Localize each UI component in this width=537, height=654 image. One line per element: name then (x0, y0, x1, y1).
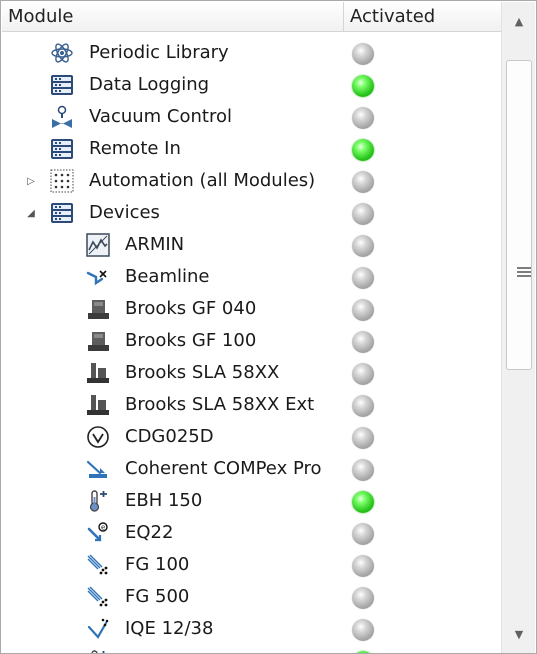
triangle-up-icon: ▲ (514, 14, 524, 28)
module-row[interactable]: CDG025D (2, 421, 502, 453)
module-row[interactable]: IPLU 150/CHU 100 (2, 645, 502, 653)
status-led-inactive (352, 267, 374, 289)
module-row[interactable]: Brooks GF 040 (2, 293, 502, 325)
flow-meter-icon (85, 392, 111, 418)
module-row[interactable]: Coherent COMPex Pro (2, 453, 502, 485)
status-led-inactive (352, 459, 374, 481)
status-led-inactive (352, 619, 374, 641)
status-led-inactive (352, 331, 374, 353)
module-row[interactable]: Remote In (2, 133, 502, 165)
status-led-active (352, 139, 374, 161)
module-label: EQ22 (125, 522, 174, 543)
electron-source-icon: e (85, 520, 111, 546)
module-row[interactable]: Vacuum Control (2, 101, 502, 133)
module-label: Brooks GF 100 (125, 330, 257, 351)
module-label: Periodic Library (89, 42, 229, 63)
vertical-scrollbar[interactable]: ▲ ▼ (501, 2, 535, 653)
signal-scope-icon (85, 232, 111, 258)
module-label: Vacuum Control (89, 106, 232, 127)
status-led-active (352, 491, 374, 513)
status-led-active (352, 75, 374, 97)
module-label: CDG025D (125, 426, 214, 447)
module-label: FG 100 (125, 554, 190, 575)
laser-icon (85, 456, 111, 482)
ion-source-icon (85, 616, 111, 642)
status-led-inactive (352, 427, 374, 449)
beamline-icon (85, 264, 111, 290)
server-rack-icon (49, 200, 75, 226)
module-row[interactable]: Beamline (2, 261, 502, 293)
module-label: Automation (all Modules) (89, 170, 316, 191)
pressure-gauge-icon (85, 424, 111, 450)
module-row[interactable]: e EQ22 (2, 517, 502, 549)
thermometer-icon (85, 648, 111, 653)
module-label: Beamline (125, 266, 210, 287)
module-label: FG 500 (125, 586, 190, 607)
thermometer-icon (85, 488, 111, 514)
column-header: Module Activated (2, 2, 502, 32)
scrollbar-thumb[interactable] (506, 60, 532, 370)
scroll-grip-icon (517, 267, 531, 277)
module-label: Coherent COMPex Pro (125, 458, 322, 479)
ion-gun-icon (85, 552, 111, 578)
module-row[interactable]: FG 100 (2, 549, 502, 581)
status-led-inactive (352, 363, 374, 385)
column-header-activated[interactable]: Activated (344, 2, 502, 32)
triangle-down-icon: ▼ (514, 627, 524, 641)
module-row[interactable]: IQE 12/38 (2, 613, 502, 645)
collapse-arrow-icon[interactable]: ▷ (23, 165, 39, 197)
ion-gun-icon (85, 584, 111, 610)
atom-icon (49, 40, 75, 66)
server-rack-icon (49, 72, 75, 98)
status-led-inactive (352, 523, 374, 545)
module-row[interactable]: FG 500 (2, 581, 502, 613)
scroll-up-button[interactable]: ▲ (502, 2, 536, 40)
module-row[interactable]: ▷ Automation (all Modules) (2, 165, 502, 197)
flow-meter-icon (85, 360, 111, 386)
module-row[interactable]: Brooks SLA 58XX (2, 357, 502, 389)
module-label: IQE 12/38 (125, 618, 214, 639)
mass-flow-controller-icon (85, 328, 111, 354)
status-led-inactive (352, 555, 374, 577)
status-led-inactive (352, 203, 374, 225)
module-label: Devices (89, 202, 160, 223)
status-led-inactive (352, 395, 374, 417)
module-row[interactable]: Brooks SLA 58XX Ext (2, 389, 502, 421)
module-label: Data Logging (89, 74, 210, 95)
server-rack-icon (49, 136, 75, 162)
module-label: Brooks SLA 58XX (125, 362, 280, 383)
module-row[interactable]: Data Logging (2, 69, 502, 101)
vacuum-valve-icon (49, 104, 75, 130)
status-led-inactive (352, 171, 374, 193)
scroll-down-button[interactable]: ▼ (502, 615, 536, 653)
module-row[interactable]: Brooks GF 100 (2, 325, 502, 357)
module-label: Brooks GF 040 (125, 298, 257, 319)
dot-grid-icon (49, 168, 75, 194)
module-tree-panel: Module Activated Periodic Library Data Lo… (0, 0, 537, 654)
module-label: ARMIN (125, 234, 185, 255)
column-header-module[interactable]: Module (2, 2, 344, 32)
status-led-inactive (352, 107, 374, 129)
module-label: Brooks SLA 58XX Ext (125, 394, 315, 415)
module-label: IPLU 150/CHU 100 (125, 645, 289, 653)
status-led-inactive (352, 299, 374, 321)
expand-arrow-icon[interactable]: ◢ (23, 197, 39, 229)
module-row[interactable]: EBH 150 (2, 485, 502, 517)
status-led-inactive (352, 235, 374, 257)
status-led-inactive (352, 587, 374, 609)
module-label: Remote In (89, 138, 181, 159)
module-label: EBH 150 (125, 490, 203, 511)
status-led-inactive (352, 43, 374, 65)
svg-text:e: e (101, 524, 105, 532)
module-row[interactable]: Periodic Library (2, 37, 502, 69)
module-row[interactable]: ◢ Devices (2, 197, 502, 229)
module-row[interactable]: ARMIN (2, 229, 502, 261)
mass-flow-controller-icon (85, 296, 111, 322)
